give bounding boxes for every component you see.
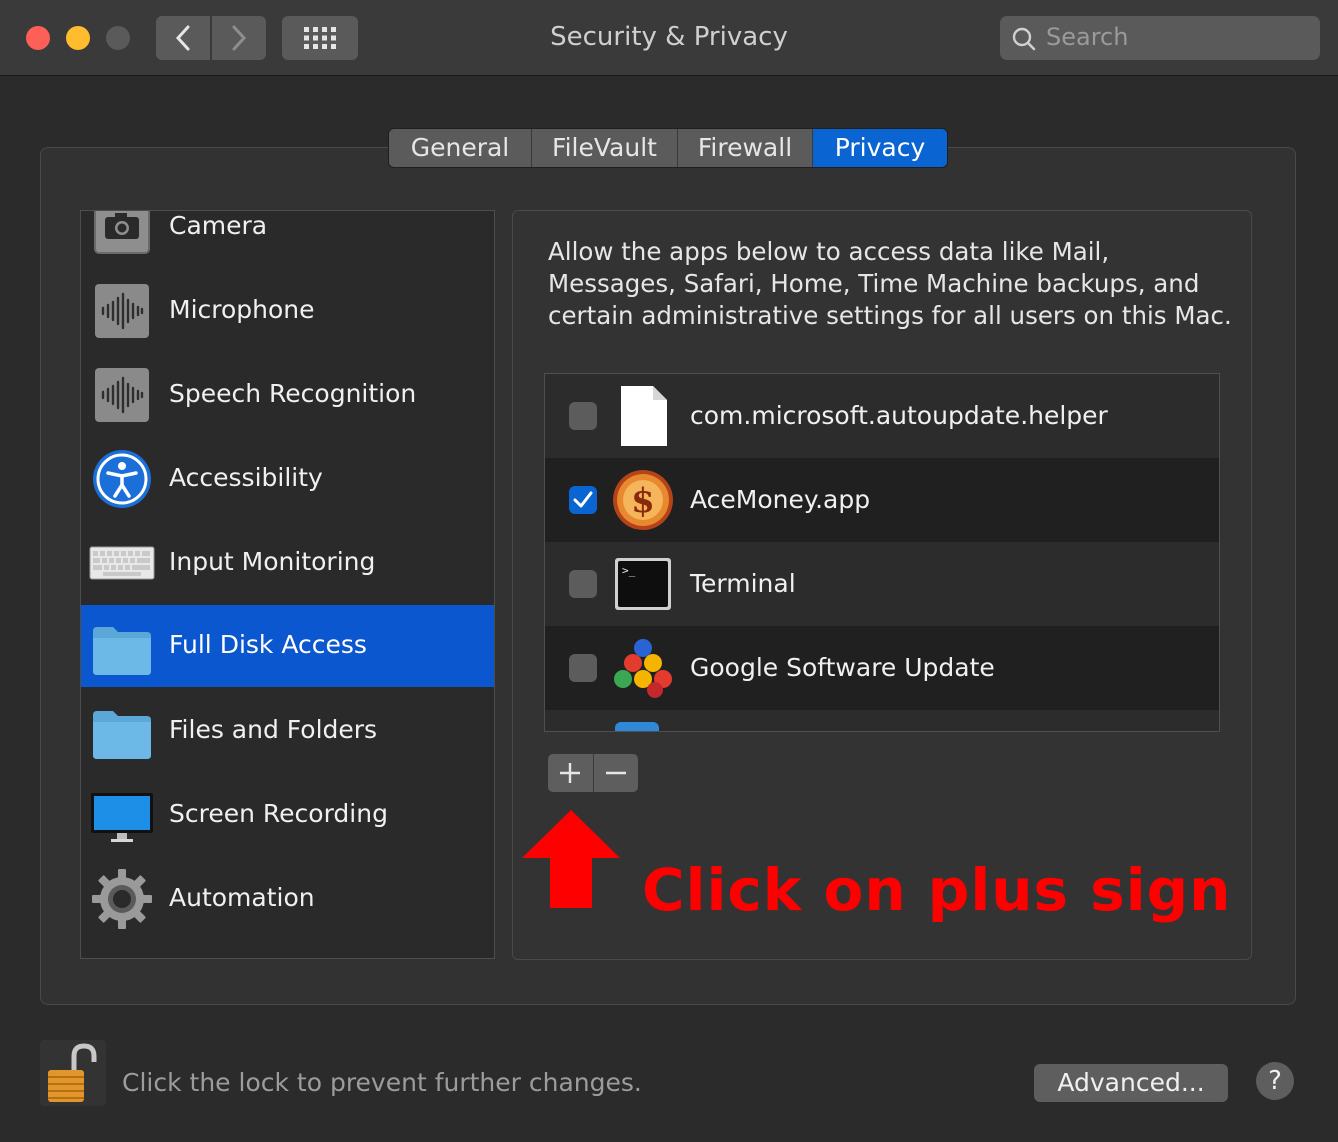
tab-firewall[interactable]: Firewall [678, 129, 813, 167]
add-remove-control [548, 754, 638, 792]
app-list[interactable]: com.microsoft.autoupdate.helper $ AceMon… [544, 373, 1220, 732]
terminal-icon: >_ [615, 558, 671, 610]
sidebar-item-label: Files and Folders [169, 715, 378, 744]
folder-icon [93, 711, 151, 759]
app-row-acemoney[interactable]: $ AceMoney.app [545, 458, 1219, 542]
google-update-icon [614, 639, 672, 698]
sidebar-item-screen-recording[interactable]: Screen Recording [81, 773, 494, 857]
svg-text:>_: >_ [622, 564, 636, 577]
sidebar-item-label: Accessibility [169, 463, 323, 492]
sidebar-item-label: Automation [169, 883, 315, 912]
sidebar-item-accessibility[interactable]: Accessibility [81, 437, 494, 521]
app-name: AceMoney.app [690, 485, 871, 514]
sidebar-item-label: Screen Recording [169, 799, 388, 828]
app-checkbox-checked[interactable] [569, 486, 597, 514]
sidebar-item-label: Speech Recognition [169, 379, 417, 408]
description-line: certain administrative settings for all … [548, 301, 1232, 330]
minus-icon [605, 771, 626, 775]
add-app-button[interactable] [548, 754, 593, 792]
app-icon-partial [615, 722, 659, 731]
sidebar-item-full-disk-access[interactable]: Full Disk Access [81, 605, 494, 687]
sidebar-item-label: Microphone [169, 295, 315, 324]
privacy-category-list[interactable]: Camera Microphone Speech Recognition Acc… [80, 210, 495, 959]
app-name: Google Software Update [690, 653, 995, 682]
tab-general[interactable]: General [389, 129, 532, 167]
description-line: Messages, Safari, Home, Time Machine bac… [548, 269, 1200, 298]
permission-description: Allow the apps below to access data like… [548, 236, 1238, 332]
acemoney-icon: $ [613, 470, 673, 530]
sidebar-item-files-and-folders[interactable]: Files and Folders [81, 689, 494, 773]
document-icon [621, 386, 667, 446]
app-name: com.microsoft.autoupdate.helper [690, 401, 1108, 430]
advanced-button[interactable]: Advanced... [1034, 1064, 1228, 1102]
lock-status-text: Click the lock to prevent further change… [122, 1068, 642, 1097]
app-row-microsoft-autoupdate[interactable]: com.microsoft.autoupdate.helper [545, 374, 1219, 458]
help-button[interactable]: ? [1256, 1062, 1294, 1100]
remove-app-button[interactable] [592, 754, 638, 792]
camera-icon [94, 211, 150, 254]
search-icon [1012, 27, 1036, 51]
keyboard-icon [89, 546, 155, 580]
svg-text:$: $ [631, 481, 655, 521]
sidebar-item-label: Full Disk Access [169, 630, 367, 659]
app-row-terminal[interactable]: >_ Terminal [545, 542, 1219, 626]
sidebar-item-input-monitoring[interactable]: Input Monitoring [81, 521, 494, 605]
annotation-text: Click on plus sign [642, 856, 1232, 924]
sidebar-item-speech-recognition[interactable]: Speech Recognition [81, 353, 494, 437]
sidebar-item-automation[interactable]: Automation [81, 857, 494, 941]
folder-icon [93, 627, 151, 675]
unlocked-padlock-icon[interactable] [40, 1040, 106, 1106]
app-checkbox[interactable] [569, 654, 597, 682]
description-line: Allow the apps below to access data like… [548, 237, 1110, 266]
app-checkbox[interactable] [569, 402, 597, 430]
tab-privacy[interactable]: Privacy [813, 129, 947, 167]
search-field[interactable]: Search [1000, 16, 1320, 60]
plus-icon [560, 763, 581, 783]
speech-recognition-icon [95, 368, 149, 422]
app-row-google-software-update[interactable]: Google Software Update [545, 626, 1219, 710]
microphone-icon [95, 284, 149, 338]
app-name: Terminal [690, 569, 796, 598]
sidebar-item-label: Input Monitoring [169, 547, 376, 576]
tab-bar: General FileVault Firewall Privacy [388, 128, 948, 168]
accessibility-icon [93, 450, 151, 508]
sidebar-item-camera[interactable]: Camera [81, 211, 494, 269]
sidebar-item-label: Camera [169, 211, 268, 240]
search-placeholder: Search [1046, 23, 1129, 51]
red-arrow-up-icon [522, 810, 620, 908]
app-row-partial[interactable] [545, 710, 1219, 731]
checkmark-icon [573, 491, 593, 508]
tab-filevault[interactable]: FileVault [532, 129, 678, 167]
display-icon [91, 793, 153, 842]
app-checkbox[interactable] [569, 570, 597, 598]
sidebar-item-microphone[interactable]: Microphone [81, 269, 494, 353]
gear-icon [92, 869, 152, 929]
